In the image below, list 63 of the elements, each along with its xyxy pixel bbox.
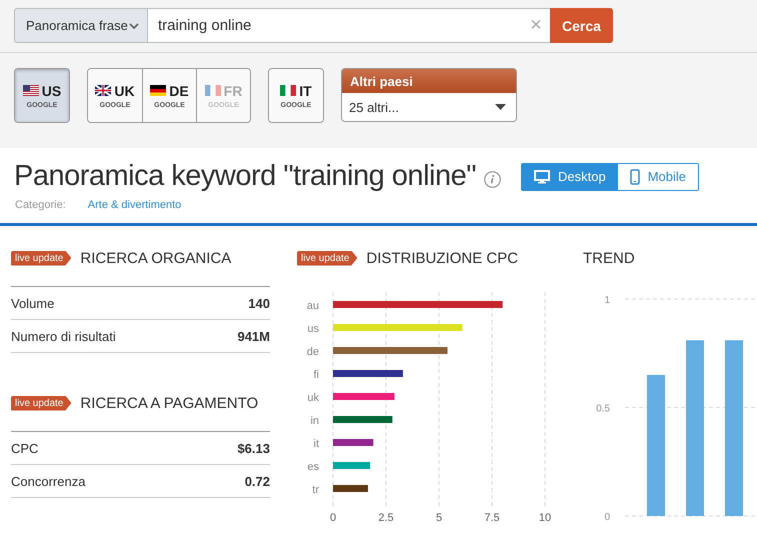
- country-code: US: [42, 82, 62, 98]
- flag-icon: [280, 85, 296, 96]
- axis-label: fi: [314, 369, 319, 381]
- axis-label: us: [307, 323, 319, 335]
- phone-icon: [630, 168, 640, 184]
- axis-label: 0: [604, 512, 610, 523]
- search-field[interactable]: training online: [148, 8, 522, 43]
- chart-bar: [333, 393, 394, 400]
- chart-bar: [333, 416, 392, 423]
- country-code: UK: [114, 82, 135, 98]
- metric-label: Volume: [11, 296, 54, 310]
- axis-label: 7.5: [484, 512, 500, 524]
- axis-label: uk: [307, 392, 319, 404]
- metric-label: Concorrenza: [11, 474, 86, 488]
- country-code: FR: [224, 82, 242, 98]
- axis-label: de: [306, 346, 319, 358]
- flag-icon: [22, 85, 39, 96]
- country-code: IT: [299, 82, 312, 98]
- metric-value: 0.72: [244, 474, 270, 488]
- caret-down-icon: [495, 104, 506, 110]
- metric-value: 140: [248, 296, 270, 310]
- section-title: RICERCA A PAGAMENTO: [80, 394, 258, 412]
- axis-label: in: [310, 415, 319, 427]
- chart-bar: [333, 462, 370, 469]
- monitor-icon: [534, 170, 550, 184]
- metric-value: 941M: [237, 328, 270, 344]
- section-title: TREND: [583, 250, 635, 266]
- flag-icon: [95, 85, 112, 96]
- page-title: Panoramica keyword "training online": [14, 160, 476, 193]
- live-update-badge: live update: [297, 250, 358, 266]
- chart-bar: [333, 370, 403, 377]
- category-link[interactable]: Arte & divertimento: [88, 199, 182, 223]
- axis-label: 1: [604, 295, 610, 306]
- device-tab[interactable]: Desktop: [522, 164, 618, 190]
- axis-label: it: [314, 438, 319, 450]
- axis-label: 2.5: [378, 512, 394, 524]
- axis-label: tr: [312, 484, 319, 496]
- category-label: Categorie:: [15, 199, 66, 213]
- axis-label: 0.5: [596, 404, 610, 414]
- live-update-badge: live update: [11, 396, 72, 410]
- flag-icon: [204, 85, 221, 96]
- country-code: DE: [169, 82, 189, 98]
- flag-icon: [150, 85, 166, 96]
- section-title: DISTRIBUZIONE CPC: [366, 250, 518, 266]
- chevron-down-icon: [129, 22, 139, 28]
- chart-bar: [333, 439, 374, 446]
- dropdown-title: Altri paesi: [342, 69, 516, 93]
- live-update-badge: live update: [11, 250, 72, 266]
- search-button[interactable]: Cerca: [550, 8, 613, 43]
- other-countries-dropdown[interactable]: Altri paesi 25 altri...: [341, 68, 517, 122]
- axis-label: au: [306, 300, 319, 312]
- mode-dropdown[interactable]: Panoramica frase: [14, 8, 148, 43]
- metric-label: CPC: [11, 440, 38, 456]
- axis-label: 10: [538, 512, 552, 524]
- metric-value: $6.13: [237, 440, 270, 456]
- metric-label: Numero di risultati: [11, 328, 116, 344]
- section-title: RICERCA ORGANICA: [80, 250, 232, 266]
- dropdown-value: 25 altri...: [349, 100, 399, 114]
- axis-label: 0: [330, 512, 336, 524]
- axis-label: es: [307, 461, 319, 473]
- axis-label: 5: [436, 512, 442, 524]
- info-icon[interactable]: [484, 171, 502, 188]
- chart-bar: [333, 485, 368, 492]
